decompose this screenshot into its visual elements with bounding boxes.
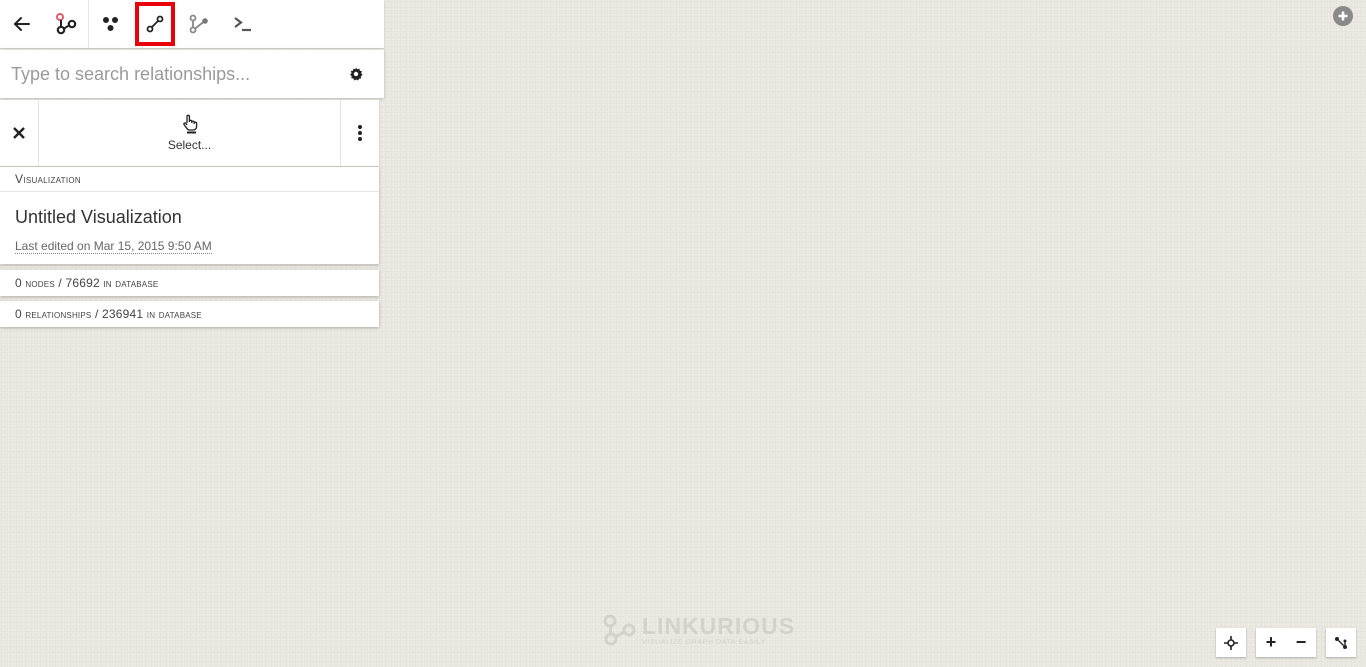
path-icon [189, 14, 208, 34]
arrow-left-icon [13, 17, 30, 31]
visualization-card: Visualization Untitled Visualization Las… [0, 167, 379, 264]
plus-icon [1338, 11, 1348, 21]
layout-control [1326, 628, 1356, 657]
more-options-button[interactable] [340, 100, 379, 166]
more-vertical-icon [358, 125, 362, 141]
linkurious-logo: LINKURIOUS VISUALIZE GRAPH DATA EASILY [602, 613, 795, 647]
pointer-hand-icon [182, 114, 197, 134]
relationship-icon [146, 15, 164, 33]
layout-graph-icon [1335, 636, 1347, 649]
path-button[interactable] [177, 0, 221, 48]
center-graph-button[interactable] [1216, 628, 1246, 657]
selection-panel: Select... [0, 100, 379, 166]
search-input[interactable] [0, 50, 328, 98]
zoom-out-button[interactable]: − [1286, 628, 1316, 657]
select-button[interactable]: Select... [39, 100, 340, 166]
logo-name: LINKURIOUS [642, 612, 796, 639]
terminal-icon [234, 17, 251, 32]
layout-button[interactable] [1326, 628, 1356, 657]
node-count-bar: 0 nodes / 76692 in database [0, 270, 379, 296]
zoom-control: + − [1256, 628, 1316, 657]
crosshair-icon [1224, 635, 1238, 650]
relationship-count-text: 0 relationships / 236941 in database [15, 307, 202, 321]
relationships-button[interactable] [135, 2, 175, 46]
gear-icon [350, 67, 363, 81]
logo-tagline: VISUALIZE GRAPH DATA EASILY [642, 638, 766, 646]
close-button[interactable] [0, 100, 39, 166]
logo-graph-icon [603, 614, 636, 646]
search-panel [0, 49, 384, 98]
relationship-count-bar: 0 relationships / 236941 in database [0, 301, 379, 327]
nodes-icon [103, 17, 118, 31]
visualization-title[interactable]: Untitled Visualization [0, 192, 379, 228]
close-icon [13, 127, 25, 139]
add-button[interactable] [1333, 6, 1353, 26]
node-count-text: 0 nodes / 76692 in database [15, 276, 159, 290]
graph-button[interactable] [44, 0, 88, 48]
visualization-header: Visualization [0, 167, 379, 192]
nodes-button[interactable] [89, 0, 133, 48]
graph-icon [56, 13, 77, 35]
search-settings-button[interactable] [328, 50, 384, 98]
select-label: Select... [167, 138, 212, 152]
console-button[interactable] [221, 0, 265, 48]
last-edited-text: Last edited on Mar 15, 2015 9:50 AM [15, 239, 212, 254]
back-button[interactable] [0, 0, 44, 48]
logo-text: LINKURIOUS VISUALIZE GRAPH DATA EASILY [642, 612, 796, 646]
locate-control [1216, 628, 1246, 657]
main-toolbar [0, 0, 384, 48]
zoom-in-button[interactable]: + [1256, 628, 1286, 657]
